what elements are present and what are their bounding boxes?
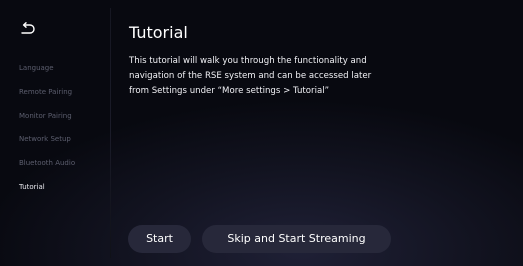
description-line: This tutorial will walk you through the … [129, 56, 367, 66]
sidebar-divider [110, 8, 111, 258]
sidebar-item-language[interactable]: Language [19, 63, 54, 73]
sidebar-item-bluetooth-audio[interactable]: Bluetooth Audio [19, 158, 75, 168]
description-line: navigation of the RSE system and can be … [129, 71, 372, 81]
description-line: from Settings under “More settings > Tut… [129, 86, 330, 96]
back-button[interactable] [19, 22, 37, 36]
tutorial-screen: Language Remote Pairing Monitor Pairing … [0, 0, 523, 266]
page-title: Tutorial [129, 23, 188, 42]
sidebar-item-network-setup[interactable]: Network Setup [19, 134, 71, 144]
settings-sidebar: Language Remote Pairing Monitor Pairing … [0, 56, 110, 206]
sidebar-item-tutorial[interactable]: Tutorial [19, 182, 45, 192]
start-button[interactable]: Start [128, 225, 191, 253]
sidebar-item-monitor-pairing[interactable]: Monitor Pairing [19, 111, 72, 121]
tutorial-description: This tutorial will walk you through the … [129, 54, 429, 99]
skip-and-start-streaming-button[interactable]: Skip and Start Streaming [202, 225, 391, 253]
back-arrow-icon [21, 22, 35, 34]
sidebar-item-remote-pairing[interactable]: Remote Pairing [19, 87, 72, 97]
